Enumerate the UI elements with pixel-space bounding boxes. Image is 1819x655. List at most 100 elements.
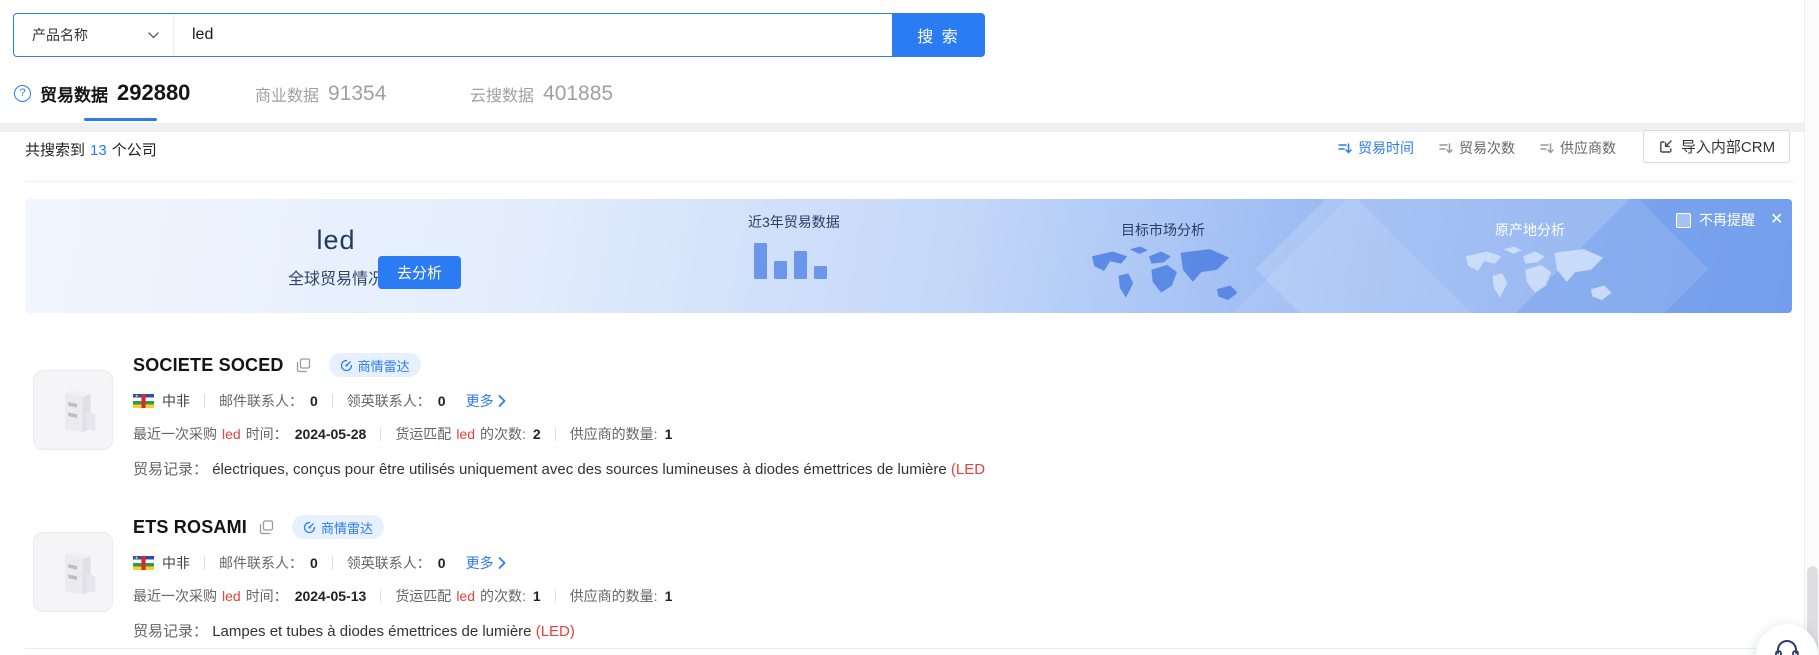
freight-count-label: 的次数: xyxy=(480,424,526,444)
tab-business-data[interactable]: 商业数据 91354 xyxy=(255,82,386,106)
purchase-label: 最近一次采购 xyxy=(133,586,217,606)
banner-chart-label: 近3年贸易数据 xyxy=(748,212,840,232)
supplier-count-label: 供应商的数量: xyxy=(570,586,658,606)
supplier-count-label: 供应商的数量: xyxy=(570,424,658,444)
email-contacts-label: 邮件联系人： xyxy=(219,553,303,573)
import-crm-button[interactable]: 导入内部CRM xyxy=(1643,130,1790,163)
dismiss-checkbox[interactable] xyxy=(1676,213,1691,228)
company-card: ETS ROSAMI 商情雷达 xyxy=(33,514,1773,641)
copy-icon[interactable] xyxy=(259,520,274,535)
keyword-highlight: led xyxy=(222,588,241,604)
world-map-icon xyxy=(1455,245,1625,309)
company-logo xyxy=(33,370,113,450)
company-logo xyxy=(33,532,113,612)
freight-label: 货运匹配 xyxy=(395,586,451,606)
sort-label: 供应商数 xyxy=(1560,138,1616,158)
purchase-date: 2024-05-13 xyxy=(295,588,367,604)
banner-market-label: 目标市场分析 xyxy=(1121,220,1205,240)
help-icon[interactable]: ? xyxy=(14,85,31,102)
card-divider xyxy=(25,648,1794,649)
radar-icon xyxy=(303,521,316,534)
supplier-count-value: 1 xyxy=(665,426,673,442)
sort-label: 贸易时间 xyxy=(1358,138,1414,158)
sort-trade-count[interactable]: 贸易次数 xyxy=(1439,138,1515,158)
more-link[interactable]: 更多 xyxy=(466,553,506,573)
radar-badge-label: 商情雷达 xyxy=(321,518,373,537)
tab-count: 91354 xyxy=(328,82,386,106)
company-card: SOCIETE SOCED 商情雷达 xyxy=(33,352,1773,479)
dismiss-label[interactable]: 不再提醒 xyxy=(1699,210,1755,230)
search-combo: 产品名称 xyxy=(13,13,892,57)
purchase-date: 2024-05-28 xyxy=(295,426,367,442)
tab-trade-data[interactable]: ? 贸易数据 292880 xyxy=(14,80,190,106)
building-placeholder-icon xyxy=(41,540,105,604)
tab-label: 商业数据 xyxy=(255,82,319,106)
trade-record-highlight: (LED) xyxy=(536,623,575,640)
flag-central-african-republic-icon xyxy=(133,556,154,570)
building-placeholder-icon xyxy=(41,378,105,442)
company-stats-row: 最近一次采购 led 时间： 2024-05-28 货运匹配 led 的次数: … xyxy=(133,424,1773,444)
trade-record-text: Lampes et tubes à diodes émettrices de l… xyxy=(212,623,536,640)
active-tab-underline xyxy=(84,118,157,121)
tab-label: 云搜数据 xyxy=(470,82,534,106)
company-info-row: 中非 邮件联系人： 0 领英联系人： 0 更多 xyxy=(133,553,1773,573)
company-stats-row: 最近一次采购 led 时间： 2024-05-13 货运匹配 led 的次数: … xyxy=(133,586,1773,606)
trade-record-row: 贸易记录： Lampes et tubes à diodes émettrice… xyxy=(133,620,1773,641)
sort-icon xyxy=(1338,142,1352,155)
divider xyxy=(555,589,556,603)
freight-count-value: 1 xyxy=(533,588,541,604)
sort-supplier-count[interactable]: 供应商数 xyxy=(1540,138,1616,158)
search-input[interactable] xyxy=(174,14,892,56)
results-summary: 共搜索到13个公司 xyxy=(25,139,157,160)
analyze-button[interactable]: 去分析 xyxy=(378,256,461,289)
search-category-dropdown[interactable]: 产品名称 xyxy=(14,14,174,56)
company-name[interactable]: ETS ROSAMI xyxy=(133,517,247,538)
bar xyxy=(754,243,767,279)
search-button[interactable]: 搜 索 xyxy=(892,13,985,57)
email-contacts-value: 0 xyxy=(310,555,318,571)
freight-count-label: 的次数: xyxy=(480,586,526,606)
trade-record-row: 贸易记录： électriques, conçus pour être util… xyxy=(133,458,1773,479)
company-name-row: ETS ROSAMI 商情雷达 xyxy=(133,514,1773,540)
linkedin-contacts-value: 0 xyxy=(438,555,446,571)
keyword-highlight: led xyxy=(222,426,241,442)
divider xyxy=(204,556,205,570)
company-country: 中非 xyxy=(162,553,190,573)
more-label: 更多 xyxy=(466,553,494,573)
results-suffix: 个公司 xyxy=(112,142,157,159)
scrollbar-track[interactable] xyxy=(1804,0,1819,655)
linkedin-contacts-label: 领英联系人： xyxy=(347,553,431,573)
copy-icon[interactable] xyxy=(296,358,311,373)
tab-count: 292880 xyxy=(117,80,190,106)
analysis-banner: led 全球贸易情况 去分析 近3年贸易数据 目标市场分析 原产地分析 不再提醒… xyxy=(25,199,1792,313)
keyword-highlight: led xyxy=(456,426,475,442)
results-count: 13 xyxy=(90,142,107,159)
tab-count: 401885 xyxy=(543,82,613,106)
divider xyxy=(555,427,556,441)
radar-badge[interactable]: 商情雷达 xyxy=(292,515,384,539)
company-name[interactable]: SOCIETE SOCED xyxy=(133,355,284,376)
company-info-row: 中非 邮件联系人： 0 领英联系人： 0 更多 xyxy=(133,391,1773,411)
company-name-row: SOCIETE SOCED 商情雷达 xyxy=(133,352,1773,378)
tab-cloud-search-data[interactable]: 云搜数据 401885 xyxy=(470,82,613,106)
divider xyxy=(332,556,333,570)
bar xyxy=(814,266,827,279)
bar xyxy=(774,261,787,279)
close-icon[interactable]: ✕ xyxy=(1770,212,1783,228)
bar xyxy=(794,251,807,279)
trade-search-page: 产品名称 搜 索 ? 贸易数据 292880 商业数据 91354 云搜数据 4… xyxy=(0,0,1819,655)
radar-badge[interactable]: 商情雷达 xyxy=(329,353,421,377)
bar-chart-icon xyxy=(754,242,840,279)
flag-central-african-republic-icon xyxy=(133,394,154,408)
import-icon xyxy=(1658,139,1674,155)
divider xyxy=(380,427,381,441)
email-contacts-label: 邮件联系人： xyxy=(219,391,303,411)
more-link[interactable]: 更多 xyxy=(466,391,506,411)
supplier-count-value: 1 xyxy=(665,588,673,604)
search-category-label: 产品名称 xyxy=(32,25,88,45)
trade-record-highlight: (LED xyxy=(951,461,985,478)
sort-trade-time[interactable]: 贸易时间 xyxy=(1338,138,1414,158)
section-divider-band xyxy=(0,123,1819,132)
sort-controls: 贸易时间 贸易次数 供应商数 xyxy=(1338,138,1616,158)
purchase-time-label: 时间： xyxy=(246,424,288,444)
